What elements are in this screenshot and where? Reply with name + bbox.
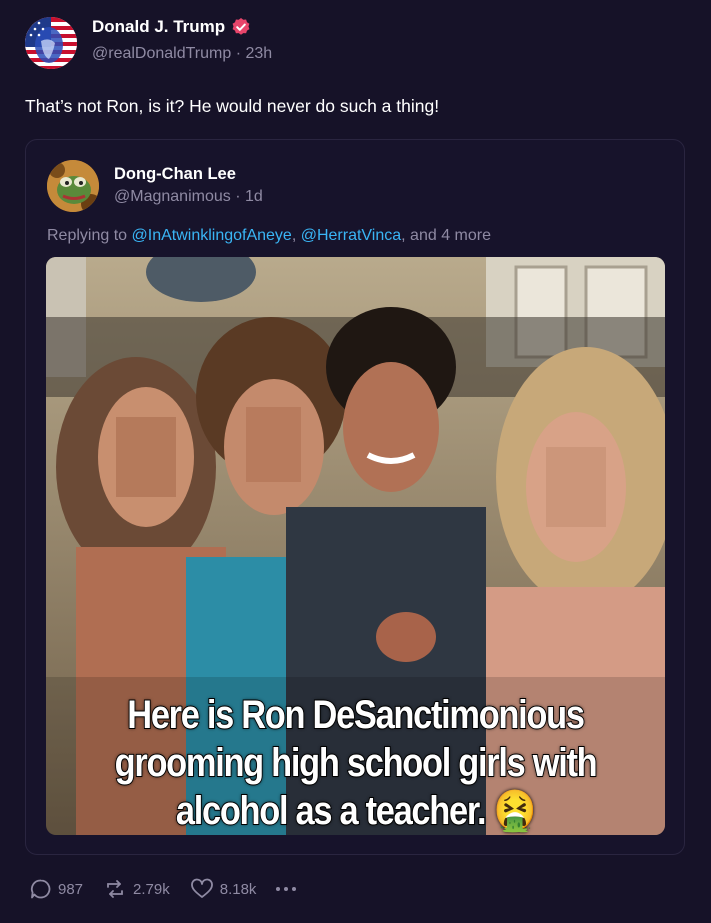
truth-post: Donald J. Trump @realDonaldTrump · 23h T… (0, 0, 711, 923)
heart-icon (190, 878, 213, 898)
mention-link-2[interactable]: @HerratVinca (301, 227, 401, 244)
quoted-post[interactable]: Dong-Chan Lee @Magnanimous · 1d Replying… (25, 139, 685, 855)
more-dot-icon (276, 887, 281, 891)
replying-prefix: Replying to (47, 227, 132, 244)
us-flag-face-avatar-icon (25, 17, 77, 69)
frog-avatar-icon (47, 160, 99, 212)
more-dot-icon (292, 887, 297, 891)
author-handle-time[interactable]: @realDonaldTrump · 23h (92, 42, 272, 66)
mention-link-1[interactable]: @InAtwinklingofAneye (132, 227, 292, 244)
like-button[interactable]: 8.18k (190, 878, 257, 900)
quoted-author-avatar[interactable] (47, 160, 99, 212)
author-avatar[interactable] (25, 17, 77, 69)
repost-button[interactable]: 2.79k (103, 878, 170, 900)
more-options-button[interactable] (276, 887, 297, 891)
reply-icon (30, 879, 51, 899)
author-info: Donald J. Trump @realDonaldTrump · 23h (92, 16, 272, 66)
author-name-row: Donald J. Trump (92, 16, 272, 38)
quoted-author-handle-time[interactable]: @Magnanimous · 1d (114, 185, 263, 209)
mention-separator: , (291, 227, 301, 244)
vomit-emoji-icon: 🤮 (493, 789, 537, 833)
image-caption-text: Here is Ron DeSanctimonious grooming hig… (89, 691, 621, 835)
repost-count: 2.79k (133, 880, 170, 898)
replying-suffix[interactable]: , and 4 more (401, 227, 491, 244)
quoted-post-header: Dong-Chan Lee @Magnanimous · 1d (47, 160, 263, 212)
verified-badge-icon (231, 17, 251, 37)
like-count: 8.18k (219, 880, 257, 898)
replying-to-line: Replying to @InAtwinklingofAneye, @Herra… (47, 225, 491, 247)
post-action-bar: 987 2.79k 8.18k (30, 878, 297, 900)
reply-count: 987 (58, 880, 84, 898)
quoted-author-info: Dong-Chan Lee @Magnanimous · 1d (114, 163, 263, 209)
post-header: Donald J. Trump @realDonaldTrump · 23h (25, 17, 272, 69)
quoted-author-name[interactable]: Dong-Chan Lee (114, 163, 263, 185)
post-body-text: That’s not Ron, is it? He would never do… (25, 96, 440, 116)
reply-button[interactable]: 987 (30, 878, 83, 900)
more-dot-icon (284, 887, 289, 891)
author-name[interactable]: Donald J. Trump (92, 16, 225, 38)
repost-icon (107, 880, 123, 898)
quoted-post-image[interactable]: Here is Ron DeSanctimonious grooming hig… (46, 257, 665, 835)
